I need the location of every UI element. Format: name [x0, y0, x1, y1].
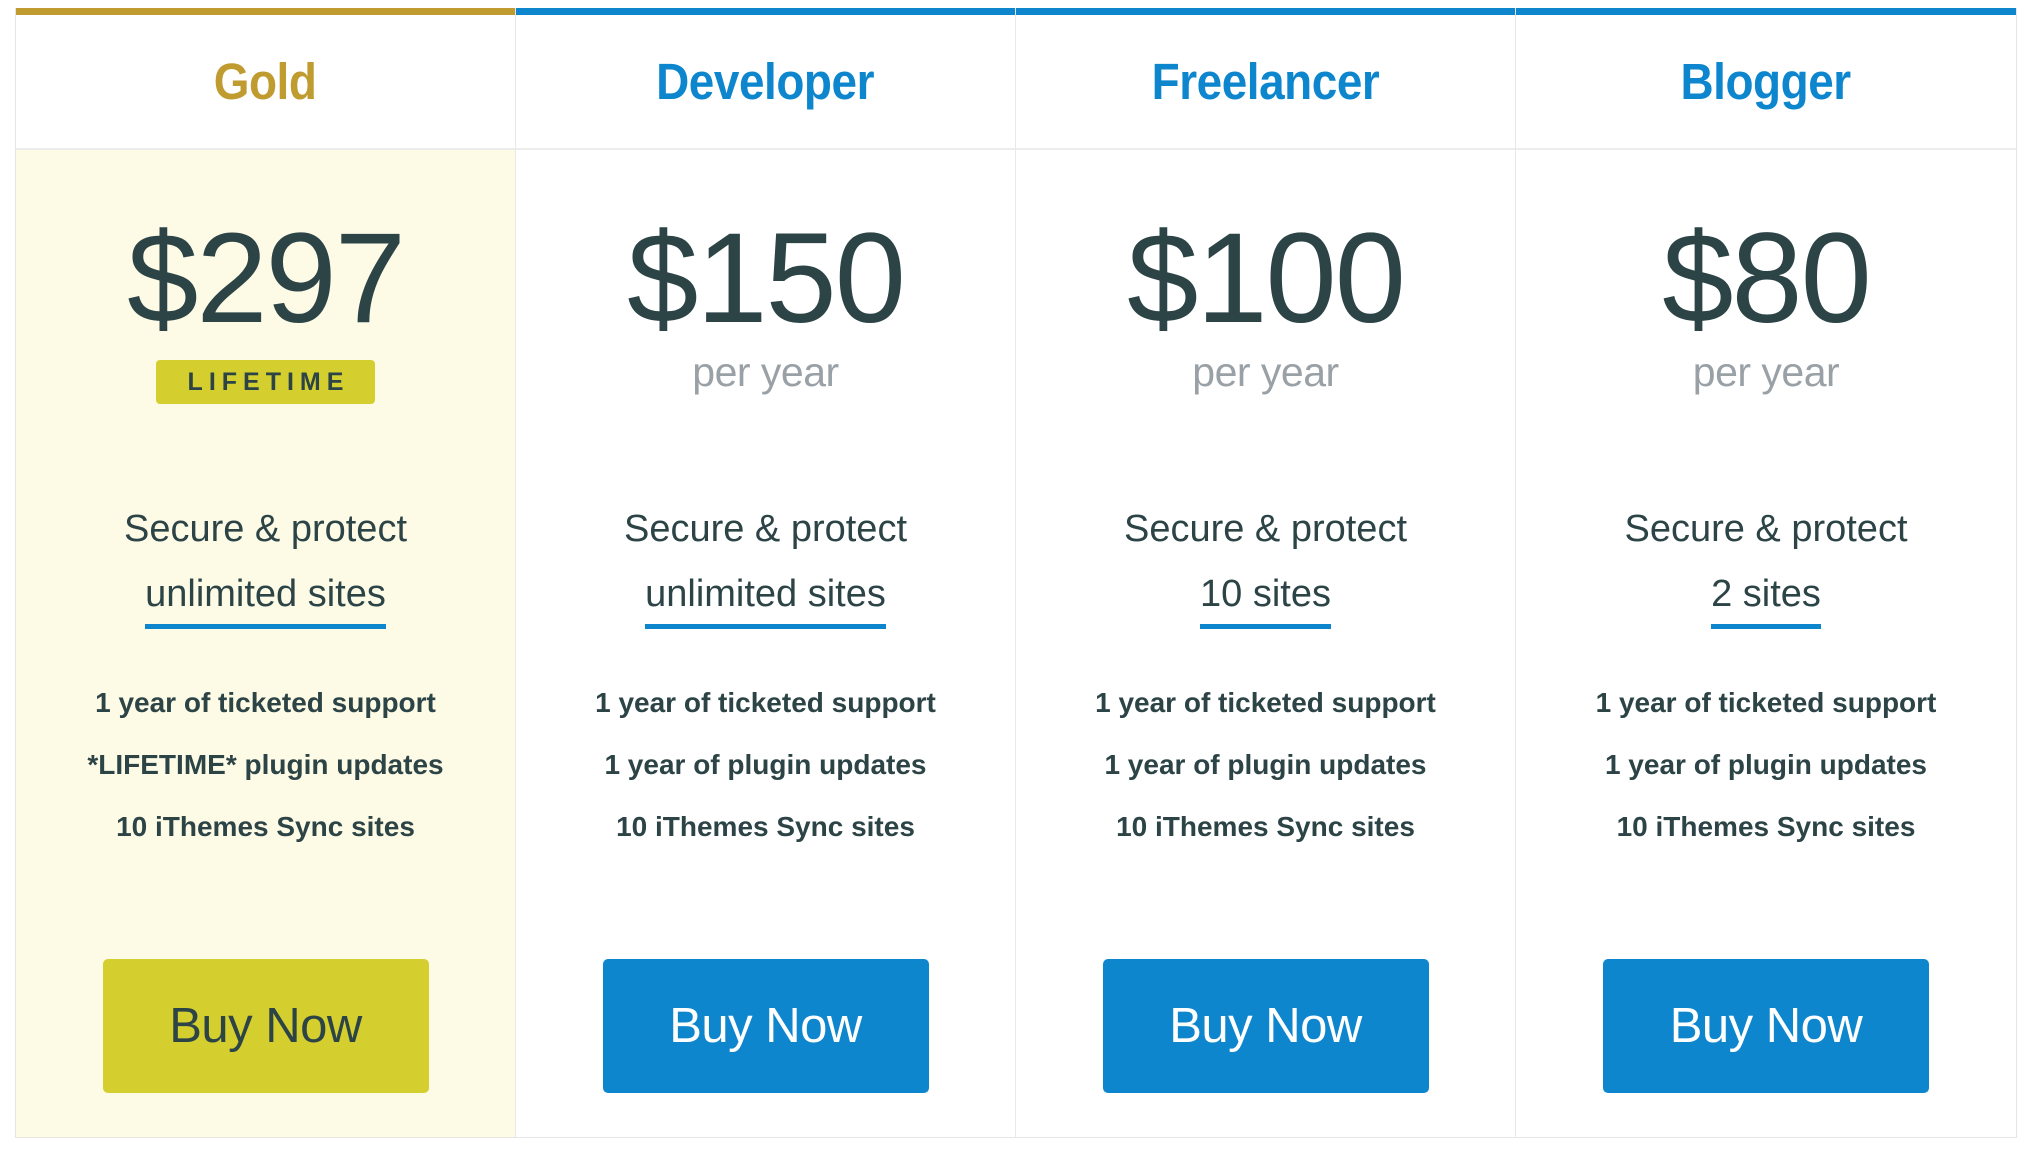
plan-price: $100: [1127, 207, 1406, 350]
price-block: $297 LIFETIME: [16, 207, 515, 442]
plan-column-gold: Gold $297 LIFETIME Secure & protect unli…: [16, 8, 516, 1137]
plan-title: Gold: [214, 53, 317, 110]
plan-price: $150: [627, 207, 906, 350]
buy-button-wrapper: Buy Now: [1016, 959, 1515, 1093]
secure-block: Secure & protect unlimited sites: [623, 502, 908, 630]
sites-count-link[interactable]: 2 sites: [1711, 567, 1821, 630]
feature-list: 1 year of ticketed support 1 year of plu…: [1095, 689, 1436, 875]
plan-body-developer: $150 per year Secure & protect unlimited…: [516, 150, 1015, 1137]
price-block: $80 per year: [1516, 207, 2016, 442]
list-item: 1 year of plugin updates: [1104, 749, 1427, 781]
buy-now-button[interactable]: Buy Now: [602, 959, 929, 1093]
feature-list: 1 year of ticketed support 1 year of plu…: [1596, 689, 1937, 875]
secure-label: Secure & protect: [623, 508, 908, 550]
sites-count-link[interactable]: unlimited sites: [145, 567, 386, 630]
secure-block: Secure & protect 10 sites: [1123, 502, 1408, 630]
sites-count-link[interactable]: 10 sites: [1200, 567, 1331, 630]
plan-header-developer: Developer: [516, 8, 1015, 150]
plan-body-freelancer: $100 per year Secure & protect 10 sites …: [1016, 150, 1515, 1137]
plan-title: Developer: [656, 53, 875, 110]
secure-label: Secure & protect: [1123, 508, 1408, 550]
list-item: *LIFETIME* plugin updates: [87, 749, 444, 781]
plan-price-period: per year: [1192, 349, 1339, 396]
list-item: 10 iThemes Sync sites: [116, 811, 415, 843]
buy-now-button[interactable]: Buy Now: [1603, 959, 1929, 1093]
sites-count-link[interactable]: unlimited sites: [645, 567, 886, 630]
plan-title: Blogger: [1680, 53, 1852, 110]
plan-column-developer: Developer $150 per year Secure & protect…: [516, 8, 1016, 1137]
plan-body-gold: $297 LIFETIME Secure & protect unlimited…: [16, 150, 515, 1137]
list-item: 1 year of plugin updates: [1604, 749, 1928, 781]
buy-now-button[interactable]: Buy Now: [102, 959, 429, 1093]
plan-body-blogger: $80 per year Secure & protect 2 sites 1 …: [1516, 150, 2016, 1137]
list-item: 1 year of ticketed support: [1095, 687, 1436, 719]
lifetime-badge: LIFETIME: [155, 360, 376, 405]
buy-now-button[interactable]: Buy Now: [1102, 959, 1429, 1093]
buy-button-wrapper: Buy Now: [16, 959, 515, 1093]
plan-title: Freelancer: [1151, 53, 1380, 110]
plan-price: $80: [1662, 207, 1872, 350]
secure-label: Secure & protect: [1624, 508, 1908, 550]
plan-header-blogger: Blogger: [1516, 8, 2016, 150]
plan-header-freelancer: Freelancer: [1016, 8, 1515, 150]
plan-header-gold: Gold: [16, 8, 515, 150]
plan-price-period: per year: [1692, 349, 1840, 396]
price-block: $100 per year: [1016, 207, 1515, 442]
buy-button-wrapper: Buy Now: [1516, 959, 2016, 1093]
list-item: 1 year of ticketed support: [595, 687, 936, 719]
secure-block: Secure & protect 2 sites: [1624, 502, 1908, 630]
pricing-table: Gold $297 LIFETIME Secure & protect unli…: [15, 8, 2017, 1138]
list-item: 10 iThemes Sync sites: [1116, 811, 1415, 843]
list-item: 1 year of ticketed support: [1595, 687, 1937, 719]
secure-label: Secure & protect: [123, 508, 408, 550]
feature-list: 1 year of ticketed support 1 year of plu…: [595, 689, 936, 875]
secure-block: Secure & protect unlimited sites: [123, 502, 408, 630]
list-item: 1 year of ticketed support: [95, 687, 436, 719]
list-item: 10 iThemes Sync sites: [1616, 811, 1916, 843]
plan-price: $297: [127, 207, 406, 350]
list-item: 10 iThemes Sync sites: [616, 811, 915, 843]
plan-price-period: per year: [692, 349, 839, 396]
plan-column-blogger: Blogger $80 per year Secure & protect 2 …: [1516, 8, 2016, 1137]
feature-list: 1 year of ticketed support *LIFETIME* pl…: [87, 689, 443, 875]
price-block: $150 per year: [516, 207, 1015, 442]
list-item: 1 year of plugin updates: [604, 749, 927, 781]
plan-column-freelancer: Freelancer $100 per year Secure & protec…: [1016, 8, 1516, 1137]
buy-button-wrapper: Buy Now: [516, 959, 1015, 1093]
